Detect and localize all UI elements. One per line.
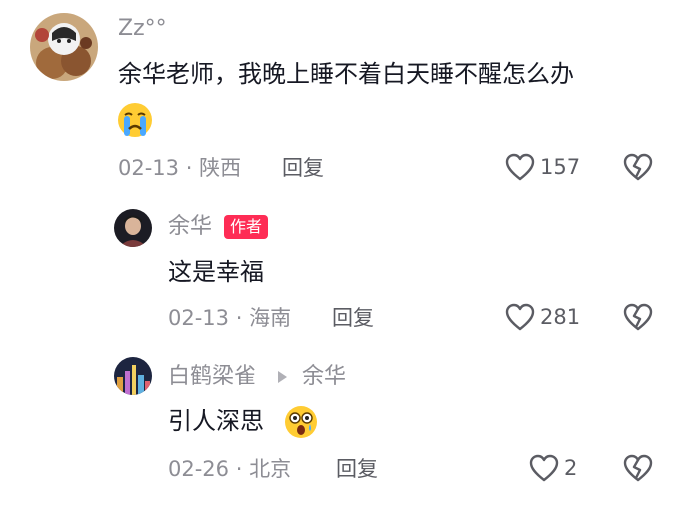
reply-meta: 02-26 · 北京: [168, 455, 291, 483]
reply-username[interactable]: 余华: [168, 213, 212, 241]
reply-like-count: 281: [540, 305, 581, 329]
reply-avatar[interactable]: [114, 357, 152, 395]
avatar-image-portrait: [114, 209, 152, 247]
reply-to-username[interactable]: 余华: [302, 363, 346, 391]
astonished-face-emoji: [283, 404, 319, 444]
reply-dislike-button[interactable]: [622, 302, 654, 336]
reply-reply-button[interactable]: 回复: [332, 304, 374, 332]
reply-text: 这是幸福: [168, 258, 264, 286]
avatar-image-night-city: [114, 357, 152, 395]
reply-to-arrow-icon: [278, 371, 287, 383]
comment-meta: 02-13 · 陕西: [118, 154, 241, 182]
reply-dislike-button[interactable]: [622, 453, 654, 487]
reply-username[interactable]: 白鹤梁雀: [168, 363, 256, 391]
reply-like-count: 2: [564, 456, 578, 480]
meta-separator: ·: [235, 306, 243, 330]
comment-username[interactable]: Zz°°: [118, 15, 167, 43]
avatar-image-stuffed-animals: [30, 13, 98, 81]
reply-location: 北京: [249, 457, 292, 481]
heart-icon: [505, 303, 535, 331]
comment-dislike-button[interactable]: [622, 152, 654, 186]
crying-face-emoji: [116, 101, 154, 143]
reply-meta: 02-13 · 海南: [168, 304, 291, 332]
reply-date: 02-13: [168, 306, 230, 330]
reply-date: 02-26: [168, 457, 230, 481]
comment-like-count: 157: [540, 155, 581, 179]
broken-heart-icon: [623, 454, 653, 482]
heart-icon: [505, 153, 535, 181]
meta-separator: ·: [235, 457, 243, 481]
user-avatar[interactable]: [30, 13, 98, 81]
reply-reply-button[interactable]: 回复: [336, 455, 378, 483]
meta-separator: ·: [185, 156, 193, 180]
broken-heart-icon: [623, 303, 653, 331]
reply-avatar[interactable]: [114, 209, 152, 247]
reply-location: 海南: [249, 306, 292, 330]
comment-date: 02-13: [118, 156, 180, 180]
comment-location: 陕西: [199, 156, 242, 180]
reply-like-button[interactable]: 2: [528, 453, 577, 483]
comment-text: 余华老师，我晚上睡不着白天睡不醒怎么办: [118, 60, 574, 88]
reply-text: 引人深思: [168, 407, 264, 435]
reply-like-button[interactable]: 281: [504, 302, 580, 332]
author-badge: 作者: [224, 215, 269, 239]
comment-reply-button[interactable]: 回复: [282, 154, 324, 182]
heart-icon: [529, 454, 559, 482]
comment-like-button[interactable]: 157: [504, 152, 580, 182]
broken-heart-icon: [623, 153, 653, 181]
